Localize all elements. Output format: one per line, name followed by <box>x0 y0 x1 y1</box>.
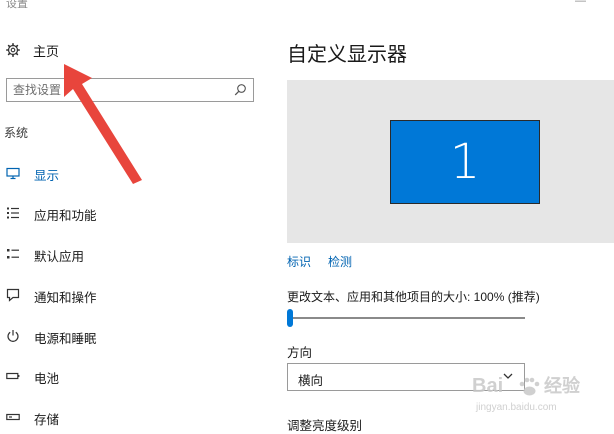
chevron-down-icon <box>503 373 513 379</box>
sidebar-item-default-apps[interactable]: 默认应用 <box>0 243 262 265</box>
search-box[interactable] <box>6 78 254 102</box>
sidebar-item-power[interactable]: 电源和睡眠 <box>0 325 262 347</box>
sidebar-item-label: 默认应用 <box>34 250 85 264</box>
sidebar-item-display[interactable]: 显示 <box>0 162 262 184</box>
apps-list-icon <box>7 207 19 219</box>
scale-label: 更改文本、应用和其他项目的大小: 100% (推荐) <box>287 290 540 304</box>
notification-icon <box>6 288 20 302</box>
battery-icon <box>6 372 20 380</box>
home-label: 主页 <box>33 43 60 59</box>
sidebar-item-label: 电源和睡眠 <box>34 332 97 346</box>
monitor-tile[interactable]: 1 <box>390 120 540 204</box>
scale-slider[interactable] <box>287 306 527 327</box>
display-arrangement-area[interactable]: 1 <box>287 80 614 243</box>
orientation-dropdown[interactable]: 横向 <box>287 363 525 391</box>
section-label-system: 系统 <box>4 126 29 140</box>
sidebar-item-label: 应用和功能 <box>34 209 97 223</box>
monitor-number: 1 <box>449 134 481 190</box>
power-icon <box>7 330 19 342</box>
sidebar-item-battery[interactable]: 电池 <box>0 365 262 387</box>
storage-icon <box>6 413 20 421</box>
sidebar-item-label: 存储 <box>34 413 60 427</box>
monitor-icon <box>6 167 20 180</box>
default-apps-icon <box>7 249 19 259</box>
gear-icon <box>6 43 20 57</box>
window-title: 设置 <box>6 0 28 10</box>
home-link[interactable]: 主页 <box>6 40 59 60</box>
identify-link[interactable]: 标识 <box>287 253 311 270</box>
sidebar-item-apps[interactable]: 应用和功能 <box>0 202 262 224</box>
sidebar: 主页 系统 显示 应用和功能 默认应用 通 <box>0 14 270 427</box>
orientation-value: 横向 <box>298 374 324 388</box>
sidebar-item-notifications[interactable]: 通知和操作 <box>0 284 262 306</box>
sidebar-item-label: 显示 <box>34 169 60 183</box>
slider-track <box>287 317 525 319</box>
main-panel: 自定义显示器 1 标识 检测 更改文本、应用和其他项目的大小: 100% (推荐… <box>270 14 614 433</box>
search-icon[interactable] <box>234 83 247 96</box>
orientation-label: 方向 <box>287 346 313 360</box>
sidebar-item-label: 通知和操作 <box>34 291 97 305</box>
slider-thumb[interactable] <box>287 309 293 327</box>
minimize-button[interactable]: — <box>575 0 586 7</box>
detect-link[interactable]: 检测 <box>328 253 352 270</box>
title-bar: 设置 — <box>0 0 614 14</box>
page-title: 自定义显示器 <box>287 44 407 66</box>
search-input[interactable] <box>7 79 233 101</box>
sidebar-item-label: 电池 <box>34 372 60 386</box>
